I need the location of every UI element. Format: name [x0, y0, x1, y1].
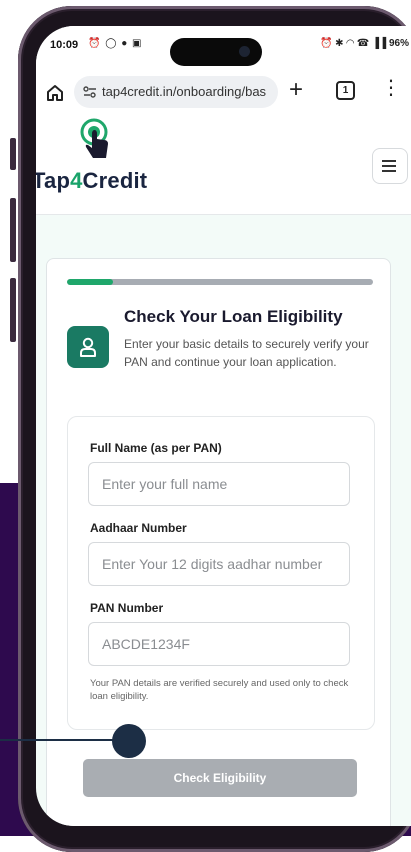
logo-credit: Credit — [82, 168, 148, 193]
progress-fill — [67, 279, 113, 285]
onboarding-progress-bar — [67, 279, 373, 285]
phone-volume-up-button — [10, 198, 16, 262]
page-title: Check Your Loan Eligibility — [124, 307, 343, 326]
browser-toolbar: tap4credit.in/onboarding/bas + 1 ⋮ — [36, 66, 411, 118]
check-eligibility-button[interactable]: Check Eligibility — [83, 759, 357, 797]
hamburger-menu-icon[interactable] — [372, 148, 408, 184]
logo-tap: Tap — [36, 168, 71, 193]
site-header: Tap4Credit — [36, 118, 411, 215]
status-system-icons: ⏰ ✱ ◠ ☎ ▐▐ 96% — [319, 38, 409, 49]
camera-lens-icon — [239, 46, 250, 57]
pointer-annotation-line — [0, 739, 118, 741]
phone-screen: 10:09 ⏰ ◯ ● ▣ ⏰ ✱ ◠ ☎ ▐▐ 96% tap4credit.… — [36, 26, 411, 826]
tap-indicator-dot — [112, 724, 146, 758]
details-form: Full Name (as per PAN) Aadhaar Number PA… — [67, 416, 375, 730]
phone-side-button-top — [10, 138, 16, 170]
address-bar[interactable]: tap4credit.in/onboarding/bas — [74, 76, 278, 108]
home-icon[interactable] — [45, 83, 65, 103]
status-bar: 10:09 ⏰ ◯ ● ▣ ⏰ ✱ ◠ ☎ ▐▐ 96% — [36, 26, 411, 66]
pan-input[interactable] — [88, 622, 350, 666]
status-notification-icons: ⏰ ◯ ● ▣ — [88, 38, 143, 49]
aadhaar-label: Aadhaar Number — [90, 521, 187, 535]
page-subtitle: Enter your basic details to securely ver… — [124, 337, 369, 369]
new-tab-plus-icon[interactable]: + — [289, 78, 303, 102]
user-profile-icon — [67, 326, 109, 368]
camera-notch — [170, 38, 262, 66]
aadhaar-input[interactable] — [88, 542, 350, 586]
brand-logo-text[interactable]: Tap4Credit — [36, 168, 147, 194]
phone-volume-down-button — [10, 278, 16, 342]
pan-label: PAN Number — [90, 601, 164, 615]
url-text: tap4credit.in/onboarding/bas — [102, 84, 267, 99]
full-name-input[interactable] — [88, 462, 350, 506]
tap-hand-logo-icon — [80, 118, 108, 158]
tab-switcher-button[interactable]: 1 — [336, 81, 355, 100]
logo-four: 4 — [70, 168, 83, 193]
pan-security-note: Your PAN details are verified securely a… — [90, 678, 349, 702]
status-time: 10:09 — [50, 39, 79, 51]
site-settings-icon[interactable] — [82, 84, 98, 100]
full-name-label: Full Name (as per PAN) — [90, 441, 222, 455]
more-menu-icon[interactable]: ⋮ — [381, 78, 401, 98]
